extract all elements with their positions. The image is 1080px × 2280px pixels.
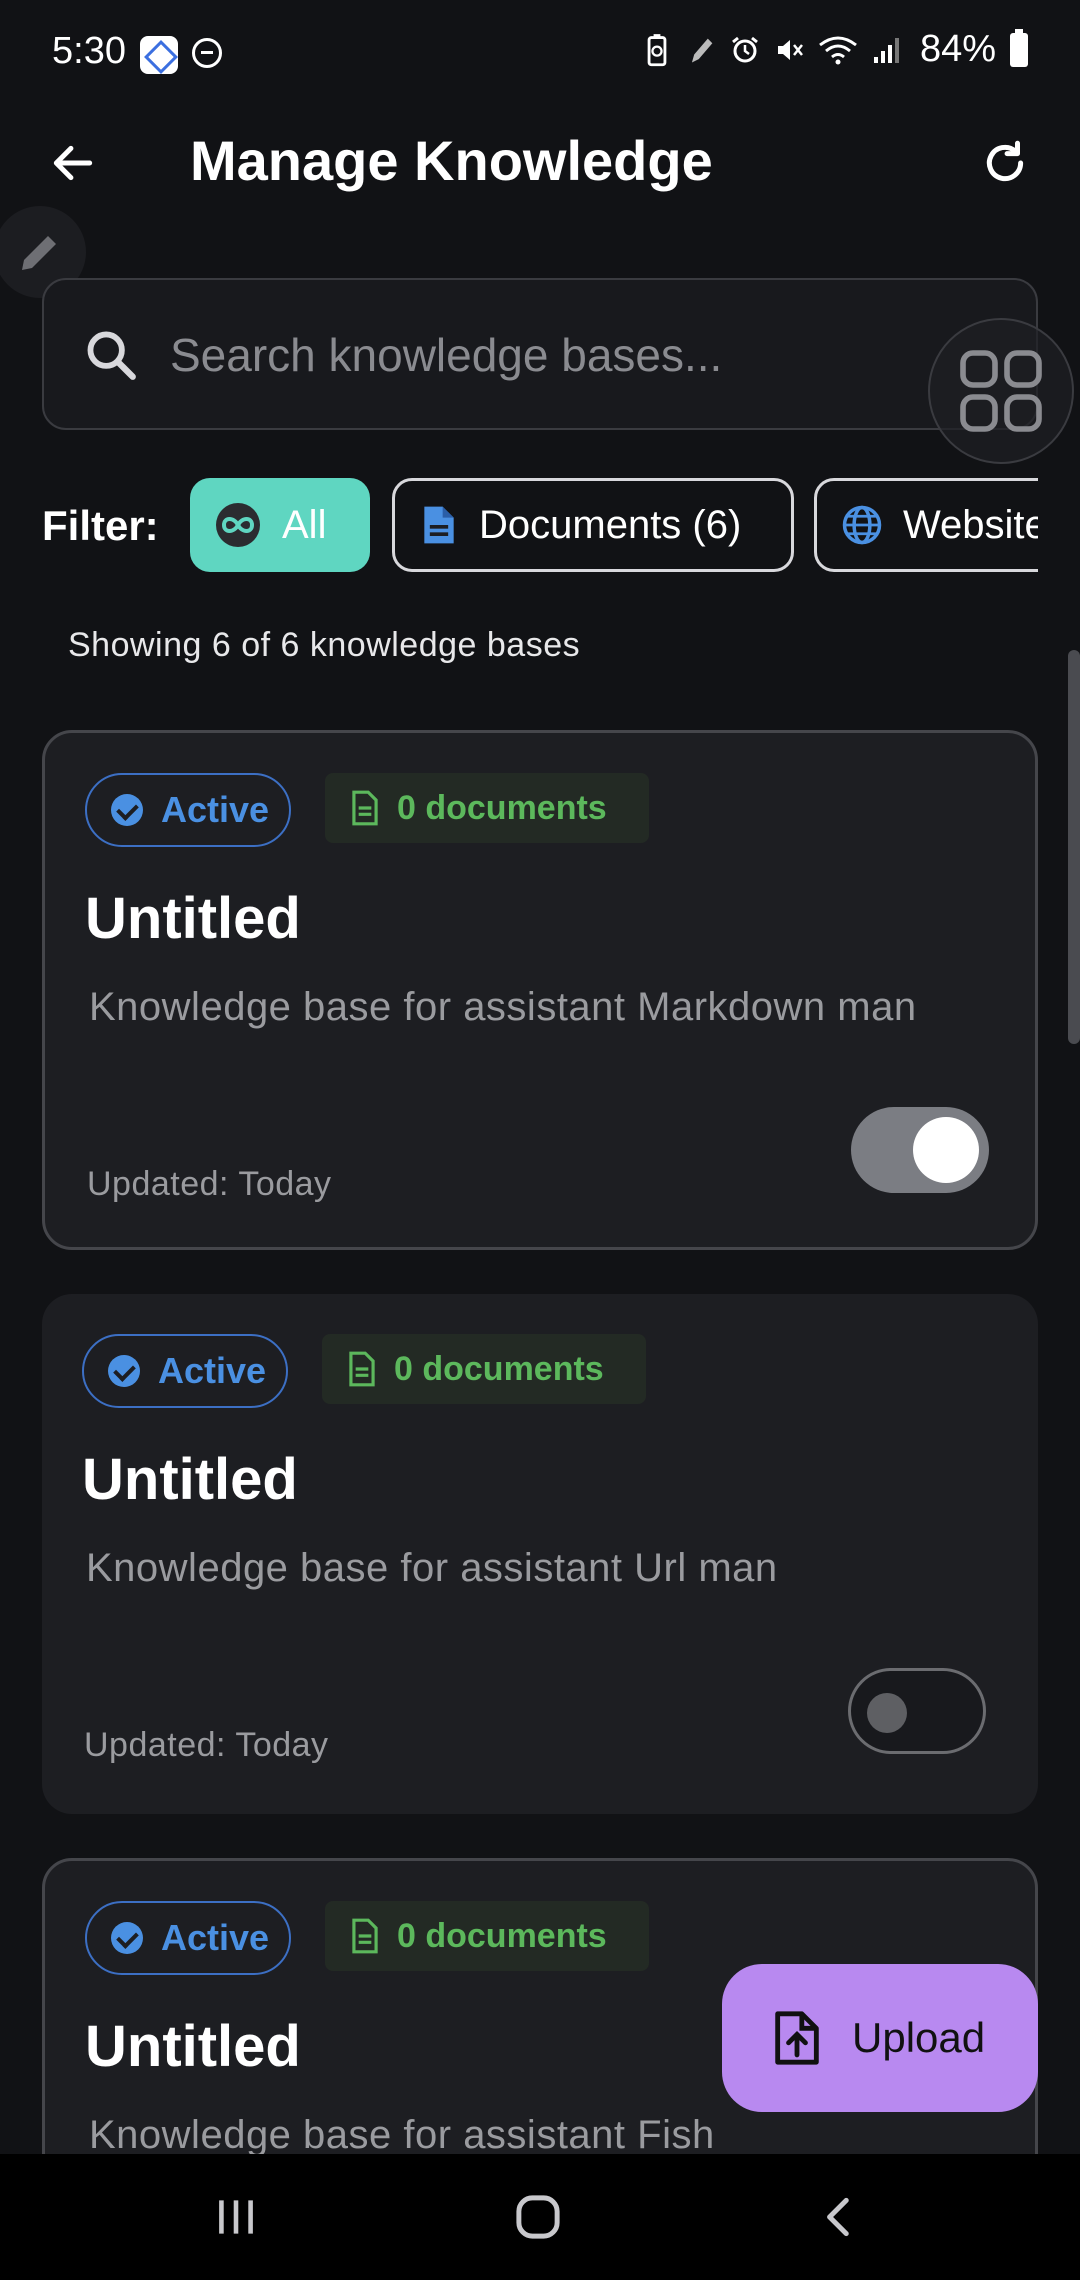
battery-saver-icon [647,33,667,66]
status-badge: Active [85,773,291,847]
search-icon [87,331,136,380]
status-bar: 5:30 84% [0,0,1080,106]
card-title: Untitled [82,1447,298,1512]
card-description: Knowledge base for assistant Url man [86,1546,778,1590]
enable-toggle[interactable] [848,1668,986,1754]
search-input[interactable] [170,320,910,390]
home-button[interactable] [468,2154,608,2280]
battery-icon [1010,28,1028,67]
filter-row: Filter: All Documents (6) Website [42,478,1038,574]
recent-apps-icon [219,2200,253,2234]
toggle-knob [913,1117,979,1183]
do-not-disturb-icon [192,38,222,68]
all-inclusive-icon [214,501,262,549]
filter-chip-label: Website [903,502,1038,547]
toggle-knob [867,1693,907,1733]
upload-button[interactable]: Upload [722,1964,1038,2112]
document-icon [419,503,459,547]
documents-badge: 0 documents [325,773,649,843]
filter-chip-website[interactable]: Website [814,478,1038,572]
back-button[interactable] [40,130,106,196]
globe-icon [841,504,883,546]
filter-chip-documents[interactable]: Documents (6) [392,478,794,572]
knowledge-card[interactable]: Active 0 documents Untitled Knowledge ba… [42,730,1038,1250]
search-bar[interactable] [42,278,1038,430]
home-icon [516,2195,560,2239]
signal-icon [873,37,899,63]
document-outline-icon [346,1350,378,1388]
chevron-left-icon [827,2197,849,2237]
battery-percent: 84% [919,28,996,70]
document-outline-icon [349,789,381,827]
nav-back-button[interactable] [770,2154,910,2280]
card-title: Untitled [85,886,301,951]
arrow-back-icon [53,145,93,181]
check-circle-icon [111,794,143,826]
card-title: Untitled [85,2014,301,2079]
status-time: 5:30 [52,30,126,72]
filter-label: Filter: [42,502,159,549]
results-summary: Showing 6 of 6 knowledge bases [68,626,581,664]
card-description: Knowledge base for assistant Fish [89,2113,715,2157]
pencil-status-icon [691,38,713,62]
system-nav-bar [0,2154,1080,2280]
upload-label: Upload [852,2014,986,2061]
refresh-icon [986,140,1024,182]
wifi-icon [819,36,857,64]
scrollbar[interactable] [1068,650,1080,1044]
recent-apps-button[interactable] [166,2154,306,2280]
page-title: Manage Knowledge [190,129,713,192]
knowledge-card[interactable]: Active 0 documents Untitled Knowledge ba… [42,1294,1038,1814]
check-circle-icon [108,1355,140,1387]
pencil-icon [22,236,56,270]
filter-chip-all[interactable]: All [190,478,370,572]
status-icons: 84% [642,28,1028,71]
grid-icon [960,350,1042,432]
check-circle-icon [111,1922,143,1954]
filter-chip-label: All [282,502,327,547]
app-bar: Manage Knowledge [0,106,1080,216]
documents-badge: 0 documents [325,1901,649,1971]
card-description: Knowledge base for assistant Markdown ma… [89,985,917,1029]
alarm-icon [732,36,758,62]
app-notification-icon [140,36,178,74]
refresh-button[interactable] [970,128,1040,198]
documents-badge: 0 documents [322,1334,646,1404]
enable-toggle[interactable] [851,1107,989,1193]
card-updated: Updated: Today [84,1726,329,1764]
status-badge: Active [85,1901,291,1975]
upload-file-icon [772,2009,822,2067]
floating-grid-button[interactable] [928,318,1074,464]
mute-icon [777,39,803,60]
status-badge: Active [82,1334,288,1408]
card-updated: Updated: Today [87,1165,332,1203]
document-outline-icon [349,1917,381,1955]
filter-chip-label: Documents (6) [479,502,742,547]
